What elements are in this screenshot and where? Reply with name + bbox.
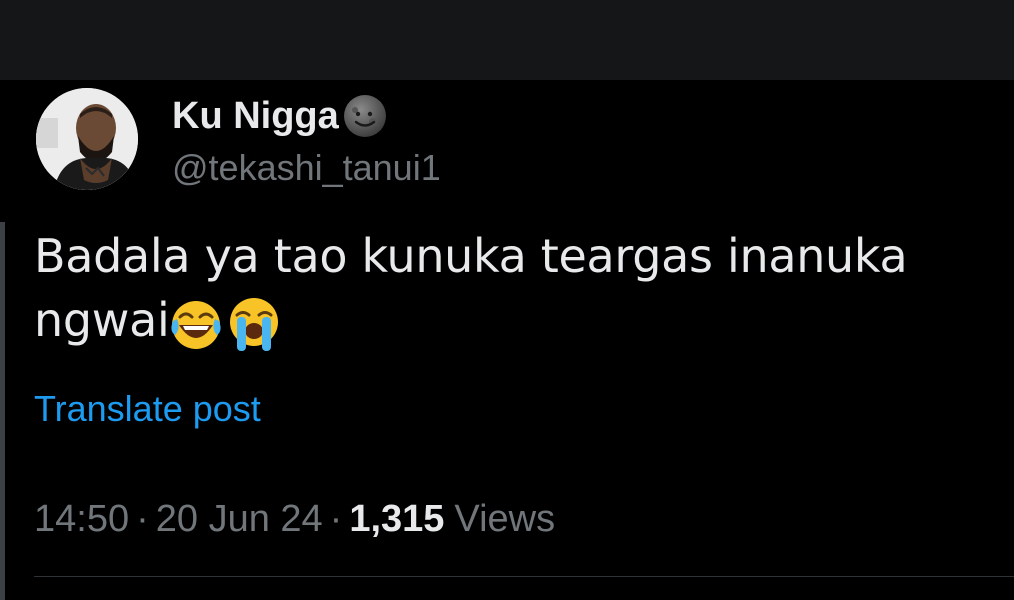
divider bbox=[34, 576, 1014, 577]
thread-edge bbox=[0, 222, 5, 600]
avatar[interactable] bbox=[36, 88, 138, 190]
post-metadata: 14:50 · 20 Jun 24 · 1,315 Views bbox=[34, 496, 555, 542]
post-text-line-2: ngwai bbox=[34, 288, 1009, 353]
loudly-crying-face-icon bbox=[225, 295, 283, 353]
top-bar bbox=[0, 0, 1014, 80]
translate-post-link[interactable]: Translate post bbox=[34, 388, 261, 430]
views-count[interactable]: 1,315 bbox=[349, 496, 444, 542]
post-text-line-1: Badala ya tao kunuka teargas inanuka bbox=[34, 229, 908, 283]
avatar-image bbox=[36, 88, 138, 190]
new-moon-face-icon bbox=[341, 92, 389, 140]
display-name[interactable]: Ku Nigga bbox=[172, 92, 389, 140]
user-handle[interactable]: @tekashi_tanui1 bbox=[172, 146, 441, 190]
face-with-tears-of-joy-icon bbox=[167, 295, 225, 353]
separator-dot: · bbox=[136, 498, 149, 540]
separator-dot: · bbox=[329, 498, 343, 540]
post-text-line-2-text: ngwai bbox=[34, 293, 170, 347]
views-label: Views bbox=[454, 498, 556, 540]
post-time[interactable]: 14:50 bbox=[34, 496, 129, 542]
post-date[interactable]: 20 Jun 24 bbox=[156, 496, 323, 542]
post-text: Badala ya tao kunuka teargas inanuka ngw… bbox=[34, 224, 1009, 353]
display-name-text[interactable]: Ku Nigga bbox=[172, 94, 339, 138]
